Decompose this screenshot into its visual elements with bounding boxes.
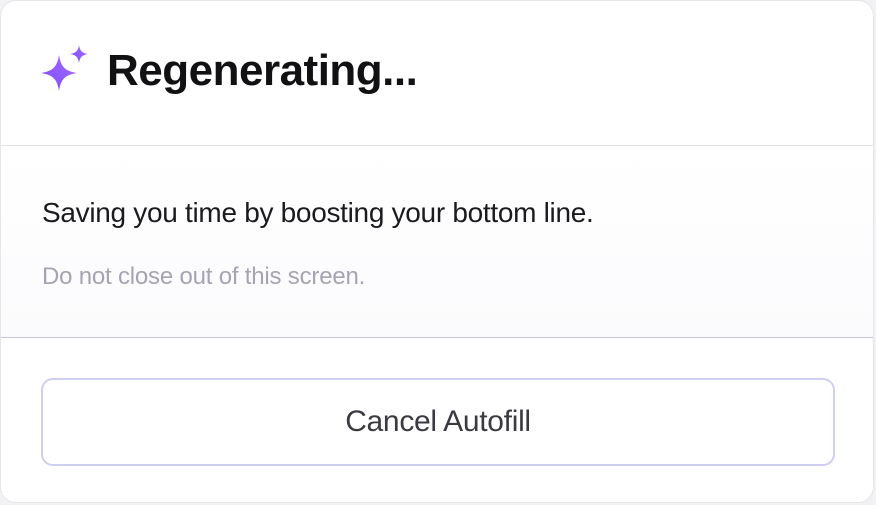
dialog-body: Saving you time by boosting your bottom … <box>1 146 873 338</box>
regenerating-dialog: Regenerating... Saving you time by boost… <box>0 0 874 503</box>
sparkle-icon <box>39 43 93 97</box>
cancel-autofill-button[interactable]: Cancel Autofill <box>41 378 835 466</box>
status-message: Saving you time by boosting your bottom … <box>42 197 594 228</box>
dialog-title: Regenerating... <box>107 46 418 95</box>
warning-message: Do not close out of this screen. <box>42 263 366 290</box>
dialog-header: Regenerating... <box>1 1 873 146</box>
dialog-footer: Cancel Autofill <box>1 338 873 502</box>
